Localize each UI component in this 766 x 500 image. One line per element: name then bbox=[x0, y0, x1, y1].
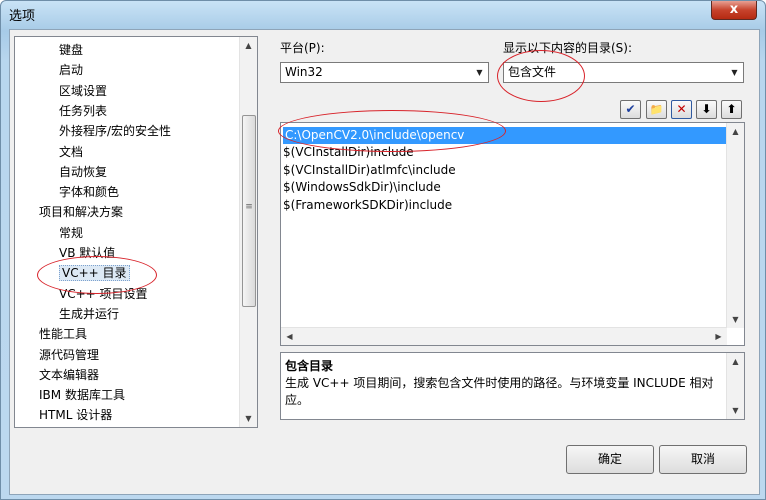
tree-item[interactable]: VB 默认值 bbox=[59, 244, 115, 262]
tree-item-label: 常规 bbox=[59, 225, 84, 240]
show-dirs-value: 包含文件 bbox=[508, 65, 557, 79]
tree-item-label: IBM 数据库工具 bbox=[39, 388, 125, 403]
tree-item-label: VC++ 目录 bbox=[59, 265, 130, 282]
list-hscrollbar[interactable]: ◀ ▶ bbox=[281, 327, 727, 345]
tree-item[interactable]: HTML 设计器 bbox=[39, 406, 112, 424]
tree-item-label: 自动恢复 bbox=[59, 164, 108, 179]
directory-row[interactable]: $(VCInstallDir)atlmfc\include bbox=[283, 162, 456, 179]
tree-item-label: 项目和解决方案 bbox=[39, 205, 124, 220]
tree-item-label: 文本编辑器 bbox=[39, 367, 100, 382]
tree-item-label: 性能工具 bbox=[39, 327, 88, 342]
scroll-up-icon[interactable]: ▲ bbox=[727, 353, 744, 370]
tree-item[interactable]: 启动 bbox=[59, 61, 83, 79]
tree-item[interactable]: 键盘 bbox=[59, 41, 83, 59]
options-tree[interactable]: 键盘启动区域设置任务列表外接程序/宏的安全性 文档自动恢复字体和颜色项目和解决方案… bbox=[14, 36, 258, 428]
tree-item[interactable]: 性能工具 bbox=[39, 325, 87, 343]
scroll-left-icon[interactable]: ◀ bbox=[281, 328, 298, 345]
directory-row[interactable]: $(WindowsSdkDir)\include bbox=[283, 179, 441, 196]
tree-item-label: 文档 bbox=[59, 144, 84, 159]
description-text: 生成 VC++ 项目期间，搜索包含文件时使用的路径。与环境变量 INCLUDE … bbox=[285, 376, 714, 407]
description-scrollbar[interactable]: ▲ ▼ bbox=[726, 353, 744, 419]
check-button[interactable]: ✔ bbox=[620, 100, 641, 119]
directory-row[interactable]: C:\OpenCV2.0\include\opencv bbox=[283, 127, 731, 144]
platform-label: 平台(P): bbox=[280, 41, 325, 55]
show-dirs-select[interactable]: 包含文件 ▼ bbox=[503, 62, 744, 83]
tree-item[interactable]: 任务列表 bbox=[59, 102, 107, 120]
tree-item-label: 区域设置 bbox=[59, 83, 108, 98]
tree-item[interactable]: 文本编辑器 bbox=[39, 366, 99, 384]
scroll-down-icon[interactable]: ▼ bbox=[727, 402, 744, 419]
tree-item[interactable]: 外接程序/宏的安全性 bbox=[59, 122, 171, 140]
close-button[interactable]: x bbox=[711, 1, 757, 20]
title-bar[interactable]: 选项 x bbox=[1, 1, 765, 27]
tree-item-label: 键盘 bbox=[59, 43, 84, 57]
cancel-button[interactable]: 取消 bbox=[659, 445, 747, 474]
scroll-thumb[interactable]: ≡ bbox=[242, 115, 256, 307]
chevron-down-icon: ▼ bbox=[731, 68, 738, 77]
tree-item-label: 启动 bbox=[59, 63, 84, 78]
window-title: 选项 bbox=[9, 9, 36, 24]
directory-row[interactable]: $(VCInstallDir)include bbox=[283, 144, 414, 161]
tree-item[interactable]: 源代码管理 bbox=[39, 346, 99, 364]
tree-item-label: 外接程序/宏的安全性 bbox=[59, 124, 172, 139]
tree-item[interactable]: 自动恢复 bbox=[59, 163, 107, 181]
tree-item[interactable]: 区域设置 bbox=[59, 82, 107, 100]
new-folder-button[interactable]: 📁 bbox=[646, 100, 667, 119]
dialog-body: 键盘启动区域设置任务列表外接程序/宏的安全性 文档自动恢复字体和颜色项目和解决方案… bbox=[9, 29, 760, 495]
tree-item[interactable]: 文档 bbox=[59, 143, 83, 161]
tree-item-label: VC++ 项目设置 bbox=[59, 286, 148, 301]
platform-value: Win32 bbox=[285, 65, 323, 79]
grip-icon: ≡ bbox=[245, 202, 253, 212]
move-down-button[interactable]: ⬇ bbox=[696, 100, 717, 119]
list-vscrollbar[interactable]: ▲ ▼ bbox=[726, 123, 744, 328]
tree-item[interactable]: VC++ 目录 bbox=[59, 264, 130, 282]
tree-item-label: VB 默认值 bbox=[59, 246, 116, 260]
scroll-right-icon[interactable]: ▶ bbox=[710, 328, 727, 345]
tree-item[interactable]: 生成并运行 bbox=[59, 305, 119, 323]
tree-item-label: 生成并运行 bbox=[59, 306, 120, 321]
options-dialog: 选项 x 键盘启动区域设置任务列表外接程序/宏的安全性 文档自动恢复字体和颜色项目… bbox=[0, 0, 766, 500]
scroll-up-icon[interactable]: ▲ bbox=[240, 37, 257, 54]
scroll-up-icon[interactable]: ▲ bbox=[727, 123, 744, 140]
show-dirs-label: 显示以下内容的目录(S): bbox=[503, 41, 633, 55]
scroll-down-icon[interactable]: ▼ bbox=[240, 410, 257, 427]
ok-button[interactable]: 确定 bbox=[566, 445, 654, 474]
directory-row[interactable]: $(FrameworkSDKDir)include bbox=[283, 197, 452, 214]
directory-list[interactable]: C:\OpenCV2.0\include\opencv $(VCInstallDi… bbox=[280, 122, 745, 346]
tree-item[interactable]: VC++ 项目设置 bbox=[59, 285, 148, 303]
platform-select[interactable]: Win32 ▼ bbox=[280, 62, 489, 83]
scroll-down-icon[interactable]: ▼ bbox=[727, 311, 744, 328]
move-up-button[interactable]: ⬆ bbox=[721, 100, 742, 119]
tree-item[interactable]: 项目和解决方案 bbox=[39, 203, 123, 221]
tree-item-label: 字体和颜色 bbox=[59, 185, 120, 200]
tree-item-label: 源代码管理 bbox=[39, 347, 100, 362]
chevron-down-icon: ▼ bbox=[476, 68, 483, 77]
tree-scrollbar[interactable]: ▲ ≡ ▼ bbox=[239, 37, 257, 427]
description-panel: 包含目录 生成 VC++ 项目期间，搜索包含文件时使用的路径。与环境变量 INC… bbox=[280, 352, 745, 420]
delete-button[interactable]: ✕ bbox=[671, 100, 692, 119]
tree-item[interactable]: 常规 bbox=[59, 224, 83, 242]
tree-item[interactable]: 字体和颜色 bbox=[59, 183, 119, 201]
tree-item-label: HTML 设计器 bbox=[39, 408, 113, 423]
tree-item[interactable]: IBM 数据库工具 bbox=[39, 386, 125, 404]
description-title: 包含目录 bbox=[285, 359, 334, 373]
tree-item-label: 任务列表 bbox=[59, 103, 108, 118]
